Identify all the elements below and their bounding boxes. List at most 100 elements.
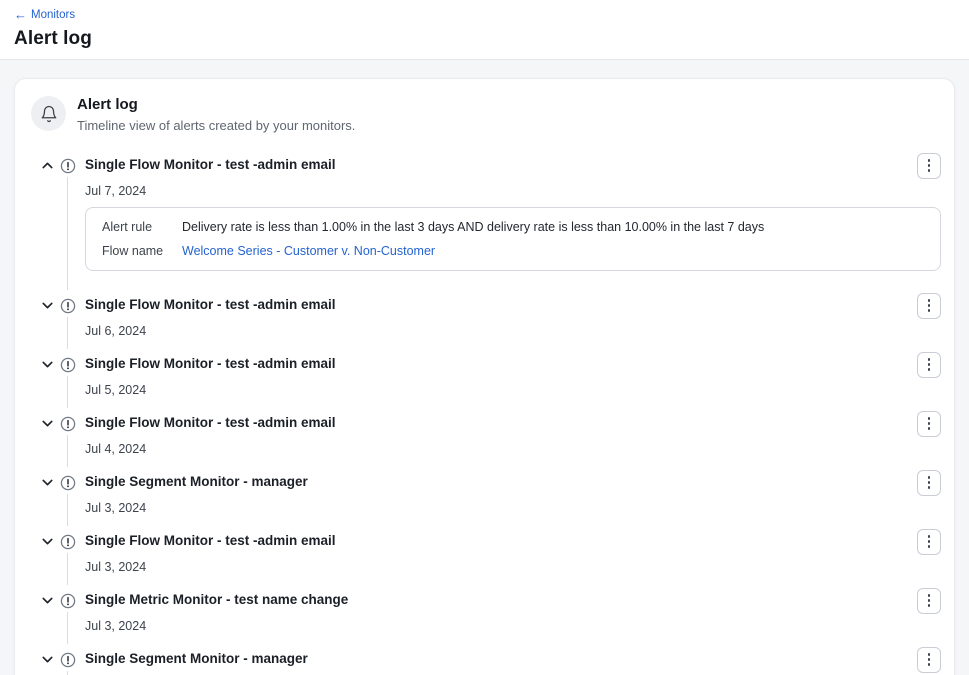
flow-name-label: Flow name (102, 244, 182, 258)
timeline-connector (67, 435, 68, 467)
alert-entry: Single Flow Monitor - test -admin email … (39, 293, 941, 352)
alert-entry-header: Single Flow Monitor - test -admin email (39, 529, 941, 555)
expand-entry-button[interactable] (39, 357, 55, 373)
chevron-down-icon (40, 357, 55, 372)
alert-entry: Single Flow Monitor - test -admin email … (39, 352, 941, 411)
alert-circle-icon (60, 534, 76, 550)
alert-entry-header: Single Metric Monitor - test name change (39, 588, 941, 614)
alert-entry-date: Jul 5, 2024 (85, 383, 941, 397)
timeline-connector (67, 671, 68, 675)
alert-entry-body: Jul 3, 2024 (85, 501, 941, 515)
expand-entry-button[interactable] (39, 475, 55, 491)
alert-entry-body: Jul 4, 2024 (85, 442, 941, 456)
alert-rule-row: Alert rule Delivery rate is less than 1.… (102, 220, 924, 234)
alert-entry-header: Single Flow Monitor - test -admin email (39, 411, 941, 437)
alert-entry-date: Jul 3, 2024 (85, 501, 941, 515)
expand-entry-button[interactable] (39, 652, 55, 668)
card-header: Alert log Timeline view of alerts create… (15, 79, 954, 133)
kebab-menu-icon (928, 159, 931, 172)
expand-entry-button[interactable] (39, 298, 55, 314)
expand-entry-button[interactable] (39, 416, 55, 432)
alert-entry-header: Single Segment Monitor - manager (39, 647, 941, 673)
alert-entry: Single Flow Monitor - test -admin email … (39, 529, 941, 588)
alert-entry-header: Single Flow Monitor - test -admin email (39, 293, 941, 319)
timeline-connector (67, 376, 68, 408)
alert-entry-title: Single Flow Monitor - test -admin email (85, 532, 917, 551)
alert-entry: Single Metric Monitor - test name change… (39, 588, 941, 647)
entry-menu-button[interactable] (917, 647, 941, 673)
card-title: Alert log (77, 96, 355, 114)
entry-menu-button[interactable] (917, 470, 941, 496)
alert-rule-label: Alert rule (102, 220, 182, 234)
breadcrumb-back-link[interactable]: ← Monitors (14, 8, 75, 21)
alert-details-panel: Alert rule Delivery rate is less than 1.… (85, 207, 941, 271)
alert-entry-body: Jul 3, 2024 (85, 560, 941, 574)
chevron-down-icon (40, 475, 55, 490)
page-title: Alert log (14, 28, 955, 50)
alert-rule-value: Delivery rate is less than 1.00% in the … (182, 220, 764, 234)
alert-circle-icon (60, 593, 76, 609)
entry-menu-button[interactable] (917, 529, 941, 555)
timeline-connector (67, 612, 68, 644)
alert-entry-header: Single Flow Monitor - test -admin email (39, 153, 941, 179)
alert-entry: Single Segment Monitor - manager Jul 3, … (39, 470, 941, 529)
alert-entry-title: Single Flow Monitor - test -admin email (85, 355, 917, 374)
alert-entry-header: Single Flow Monitor - test -admin email (39, 352, 941, 378)
alert-entry: Single Segment Monitor - manager Jul 3, … (39, 647, 941, 675)
chevron-down-icon (40, 534, 55, 549)
chevron-down-icon (40, 652, 55, 667)
alert-entry-title: Single Flow Monitor - test -admin email (85, 156, 917, 175)
chevron-down-icon (40, 298, 55, 313)
alert-entry: Single Flow Monitor - test -admin email … (39, 411, 941, 470)
alert-entry-body: Jul 6, 2024 (85, 324, 941, 338)
entry-menu-button[interactable] (917, 153, 941, 179)
alert-entry-title: Single Segment Monitor - manager (85, 650, 917, 669)
entry-menu-button[interactable] (917, 293, 941, 319)
kebab-menu-icon (928, 358, 931, 371)
entry-menu-button[interactable] (917, 352, 941, 378)
expand-entry-button[interactable] (39, 593, 55, 609)
alert-log-card: Alert log Timeline view of alerts create… (14, 78, 955, 675)
chevron-up-icon (40, 158, 55, 173)
alert-circle-icon (60, 652, 76, 668)
breadcrumb-label: Monitors (31, 9, 75, 21)
expand-entry-button[interactable] (39, 534, 55, 550)
alert-circle-icon (60, 416, 76, 432)
chevron-down-icon (40, 593, 55, 608)
kebab-menu-icon (928, 476, 931, 489)
flow-name-link[interactable]: Welcome Series - Customer v. Non-Custome… (182, 244, 435, 258)
timeline-connector (67, 553, 68, 585)
alert-entry-date: Jul 3, 2024 (85, 560, 941, 574)
bell-icon (31, 96, 66, 131)
kebab-menu-icon (928, 299, 931, 312)
alert-entry: Single Flow Monitor - test -admin email … (39, 153, 941, 293)
collapse-entry-button[interactable] (39, 158, 55, 174)
alert-circle-icon (60, 298, 76, 314)
flow-name-row: Flow name Welcome Series - Customer v. N… (102, 244, 924, 258)
kebab-menu-icon (928, 417, 931, 430)
alert-entry-title: Single Segment Monitor - manager (85, 473, 917, 492)
alert-circle-icon (60, 158, 76, 174)
timeline-connector (67, 177, 68, 290)
alert-entry-date: Jul 6, 2024 (85, 324, 941, 338)
entry-menu-button[interactable] (917, 588, 941, 614)
alert-circle-icon (60, 357, 76, 373)
timeline-connector (67, 317, 68, 349)
alert-entry-body: Jul 3, 2024 (85, 619, 941, 633)
back-arrow-icon: ← (14, 8, 27, 21)
card-header-text: Alert log Timeline view of alerts create… (77, 96, 355, 133)
alert-entry-header: Single Segment Monitor - manager (39, 470, 941, 496)
alert-circle-icon (60, 475, 76, 491)
content-area: Alert log Timeline view of alerts create… (0, 60, 969, 675)
alert-entry-title: Single Metric Monitor - test name change (85, 591, 917, 610)
alert-entry-date: Jul 4, 2024 (85, 442, 941, 456)
alert-entry-date: Jul 7, 2024 (85, 184, 941, 198)
alert-entry-title: Single Flow Monitor - test -admin email (85, 296, 917, 315)
entry-menu-button[interactable] (917, 411, 941, 437)
alert-entry-body: Jul 5, 2024 (85, 383, 941, 397)
chevron-down-icon (40, 416, 55, 431)
card-subtitle: Timeline view of alerts created by your … (77, 118, 355, 133)
alert-timeline: Single Flow Monitor - test -admin email … (15, 133, 954, 675)
kebab-menu-icon (928, 535, 931, 548)
alert-entry-date: Jul 3, 2024 (85, 619, 941, 633)
